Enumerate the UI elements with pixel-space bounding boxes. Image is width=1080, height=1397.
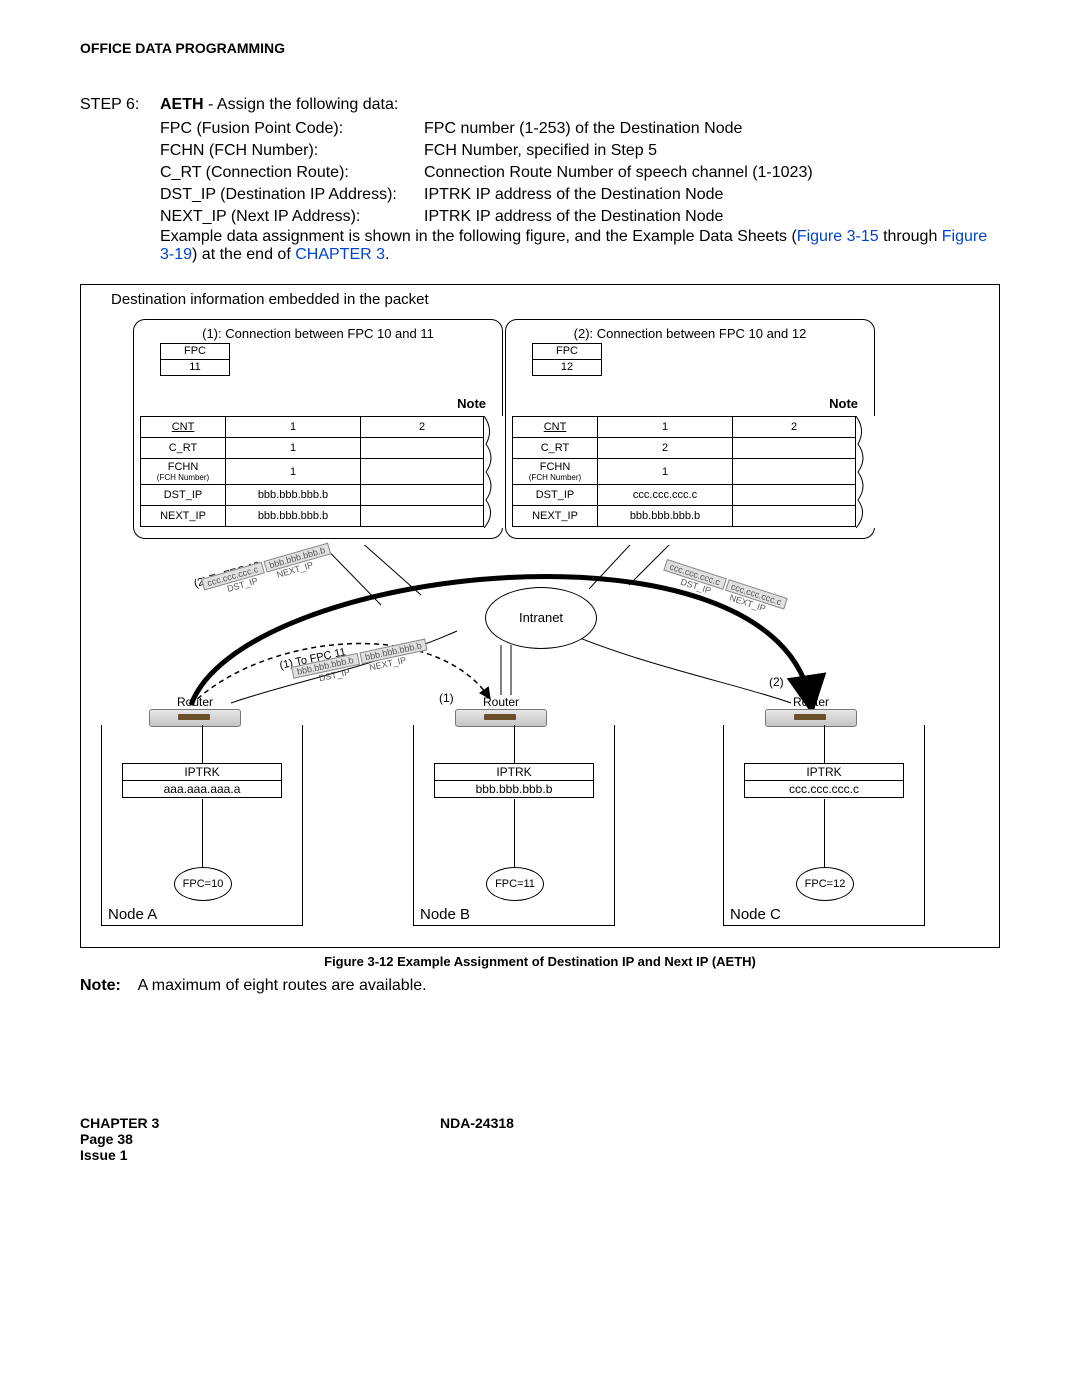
callout-title: (1): Connection between FPC 10 and 11 bbox=[140, 326, 496, 341]
route-tags-fpc11: bbb.bbb.bbb.bbbb.bbb.bbb.b DST_IP NEXT_I… bbox=[291, 638, 432, 688]
param-val: FCH Number, specified in Step 5 bbox=[424, 140, 817, 162]
iptrk-label: IPTRK bbox=[435, 764, 593, 781]
fpc-circle: FPC=12 bbox=[796, 867, 854, 901]
param-name: NEXT_IP (Next IP Address): bbox=[160, 206, 424, 228]
link-figure-3-15[interactable]: Figure 3-15 bbox=[797, 228, 879, 245]
step-example-text: Example data assignment is shown in the … bbox=[160, 228, 1000, 264]
param-name: FPC (Fusion Point Code): bbox=[160, 118, 424, 140]
fpc-circle: FPC=10 bbox=[174, 867, 232, 901]
route-num-2: (2) bbox=[769, 675, 784, 689]
node-name: Node C bbox=[730, 906, 781, 923]
torn-edge-icon bbox=[856, 416, 876, 528]
router-c-icon: Router bbox=[761, 695, 861, 727]
note-label: Note bbox=[829, 396, 858, 411]
callout-fpc11: (1): Connection between FPC 10 and 11 FP… bbox=[133, 319, 503, 539]
iptrk-label: IPTRK bbox=[745, 764, 903, 781]
callout-fpc12: (2): Connection between FPC 10 and 12 FP… bbox=[505, 319, 875, 539]
footer-page: Page 38 bbox=[80, 1131, 440, 1147]
network-area: Intranet (2) To FPC 12 ccc.ccc.ccc.cbbb.… bbox=[81, 545, 999, 945]
node-c: IPTRKccc.ccc.ccc.c FPC=12 Node C bbox=[723, 725, 925, 926]
note-label: Note bbox=[457, 396, 486, 411]
fpc-label: FPC bbox=[532, 343, 602, 359]
callout-title: (2): Connection between FPC 10 and 12 bbox=[512, 326, 868, 341]
iptrk-ip: ccc.ccc.ccc.c bbox=[745, 781, 903, 797]
note-label: Note: bbox=[80, 977, 134, 995]
route-tags-fpc12-right: ccc.ccc.ccc.cccc.ccc.ccc.c DST_IP NEXT_I… bbox=[660, 559, 790, 620]
param-name: DST_IP (Destination IP Address): bbox=[160, 184, 424, 206]
step-desc: - Assign the following data: bbox=[204, 96, 399, 113]
node-b: IPTRKbbb.bbb.bbb.b FPC=11 Node B bbox=[413, 725, 615, 926]
param-name: FCHN (FCH Number): bbox=[160, 140, 424, 162]
step-label: STEP 6: bbox=[80, 96, 160, 264]
footer-issue: Issue 1 bbox=[80, 1147, 440, 1163]
section-header: OFFICE DATA PROGRAMMING bbox=[80, 40, 1000, 56]
step-command: AETH bbox=[160, 96, 204, 113]
diagram-title: Destination information embedded in the … bbox=[111, 291, 429, 308]
callout-table: CNT12 C_RT2 FCHN(FCH Number)1 DST_IPccc.… bbox=[512, 416, 856, 527]
footer-chapter: CHAPTER 3 bbox=[80, 1115, 440, 1131]
footer-doc: NDA-24318 bbox=[440, 1115, 514, 1163]
fpc-circle: FPC=11 bbox=[486, 867, 544, 901]
note-max-routes: Note: A maximum of eight routes are avai… bbox=[80, 977, 1000, 995]
step-6: STEP 6: AETH - Assign the following data… bbox=[80, 96, 1000, 264]
router-a-icon: Router bbox=[145, 695, 245, 727]
node-a: IPTRKaaa.aaa.aaa.a FPC=10 Node A bbox=[101, 725, 303, 926]
param-val: IPTRK IP address of the Destination Node bbox=[424, 206, 817, 228]
note-text: A maximum of eight routes are available. bbox=[138, 977, 427, 994]
torn-edge-icon bbox=[484, 416, 504, 528]
param-val: FPC number (1-253) of the Destination No… bbox=[424, 118, 817, 140]
router-b-icon: Router bbox=[451, 695, 551, 727]
fpc-value: 11 bbox=[160, 359, 230, 376]
param-name: C_RT (Connection Route): bbox=[160, 162, 424, 184]
node-name: Node A bbox=[108, 906, 157, 923]
figure-caption: Figure 3-12 Example Assignment of Destin… bbox=[80, 954, 1000, 969]
node-name: Node B bbox=[420, 906, 470, 923]
iptrk-ip: bbb.bbb.bbb.b bbox=[435, 781, 593, 797]
fpc-label: FPC bbox=[160, 343, 230, 359]
param-table: FPC (Fusion Point Code):FPC number (1-25… bbox=[160, 118, 817, 228]
iptrk-ip: aaa.aaa.aaa.a bbox=[123, 781, 281, 797]
diagram-aeth: Destination information embedded in the … bbox=[80, 284, 1000, 948]
param-val: Connection Route Number of speech channe… bbox=[424, 162, 817, 184]
callout-table: CNT12 C_RT1 FCHN(FCH Number)1 DST_IPbbb.… bbox=[140, 416, 484, 527]
param-val: IPTRK IP address of the Destination Node bbox=[424, 184, 817, 206]
iptrk-label: IPTRK bbox=[123, 764, 281, 781]
link-chapter-3[interactable]: CHAPTER 3 bbox=[295, 246, 385, 263]
page-footer: CHAPTER 3 Page 38 Issue 1 NDA-24318 bbox=[80, 1115, 1000, 1163]
fpc-value: 12 bbox=[532, 359, 602, 376]
intranet-cloud: Intranet bbox=[485, 587, 597, 649]
